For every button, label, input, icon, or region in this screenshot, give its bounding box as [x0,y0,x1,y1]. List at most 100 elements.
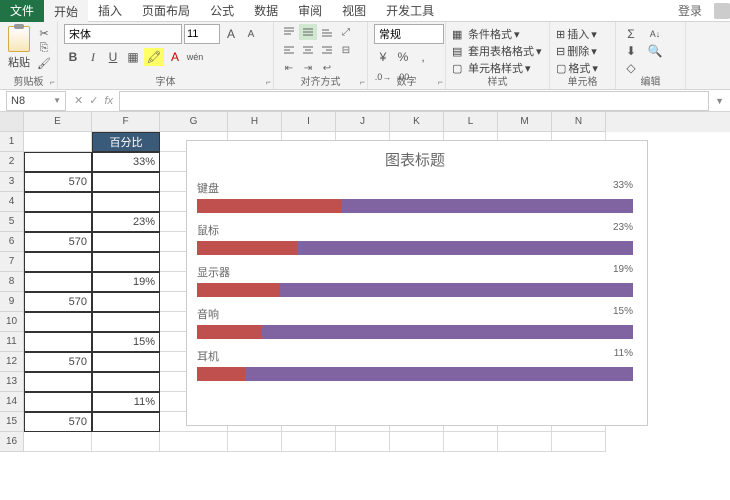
paste-button[interactable]: 粘贴 [6,24,32,72]
font-size-select[interactable] [184,24,220,44]
chevron-down-icon[interactable]: ▼ [53,96,61,105]
merge-icon[interactable]: ⊟ [337,42,355,58]
tab-home[interactable]: 开始 [44,0,88,23]
cell[interactable]: 百分比 [92,132,160,152]
tab-insert[interactable]: 插入 [88,0,132,22]
cell[interactable] [552,432,606,452]
cell[interactable]: 570 [24,292,92,312]
conditional-format-button[interactable]: ▦条件格式 ▾ [452,26,520,42]
column-header[interactable]: L [444,112,498,132]
cell[interactable] [24,192,92,212]
cell[interactable] [92,232,160,252]
row-header[interactable]: 10 [0,312,24,332]
cell[interactable] [92,292,160,312]
bar-segment-a[interactable] [197,367,245,381]
column-header[interactable]: E [24,112,92,132]
bar-segment-b[interactable] [297,241,633,255]
bar-segment-a[interactable] [197,241,297,255]
format-table-button[interactable]: ▤套用表格格式 ▾ [452,43,542,59]
format-painter-icon[interactable]: 🖌 [36,56,52,70]
cell[interactable] [336,432,390,452]
row-header[interactable]: 9 [0,292,24,312]
embedded-chart[interactable]: 图表标题 键盘33%鼠标23%显示器19%音响15%耳机11% [186,140,648,426]
row-header[interactable]: 7 [0,252,24,272]
cell[interactable]: 570 [24,352,92,372]
select-all-corner[interactable] [0,112,24,132]
cell[interactable]: 11% [92,392,160,412]
bar-segment-b[interactable] [245,367,633,381]
column-header[interactable]: K [390,112,444,132]
row-header[interactable]: 2 [0,152,24,172]
column-header[interactable]: M [498,112,552,132]
percent-icon[interactable]: % [394,48,412,66]
cell[interactable] [24,332,92,352]
font-dialog-icon[interactable]: ⌐ [266,77,271,87]
chart-bar[interactable]: 键盘33% [197,180,633,213]
font-color-button[interactable]: A [166,48,184,66]
bold-button[interactable]: B [64,48,82,66]
column-header[interactable]: J [336,112,390,132]
sort-filter-icon[interactable]: A↓ [646,25,664,43]
bar-segment-a[interactable] [197,325,262,339]
font-name-select[interactable] [64,24,182,44]
cell[interactable]: 570 [24,172,92,192]
column-header[interactable]: I [282,112,336,132]
fx-icon[interactable]: fx [104,95,113,107]
decrease-font-icon[interactable]: A [242,25,260,43]
cell[interactable] [160,432,228,452]
formula-input[interactable] [119,91,709,111]
cell[interactable] [92,252,160,272]
cell[interactable] [282,432,336,452]
row-header[interactable]: 15 [0,412,24,432]
align-left-icon[interactable] [280,42,298,58]
row-header[interactable]: 8 [0,272,24,292]
copy-icon[interactable]: ⎘ [36,41,52,55]
align-right-icon[interactable] [318,42,336,58]
delete-cells-button[interactable]: ⊟ 删除 ▾ [556,43,597,59]
row-header[interactable]: 14 [0,392,24,412]
tab-data[interactable]: 数据 [244,0,288,22]
tab-view[interactable]: 视图 [332,0,376,22]
bar-segment-a[interactable] [197,283,280,297]
alignment-dialog-icon[interactable]: ⌐ [360,77,365,87]
cell[interactable] [92,312,160,332]
cell[interactable] [444,432,498,452]
cell[interactable] [390,432,444,452]
find-icon[interactable]: 🔍 [646,42,664,60]
cell[interactable] [92,412,160,432]
currency-icon[interactable]: ¥ [374,48,392,66]
phonetic-button[interactable]: wén [186,48,204,66]
chart-bar[interactable]: 显示器19% [197,264,633,297]
accept-formula-icon[interactable]: ✓ [89,94,98,107]
cell[interactable]: 570 [24,232,92,252]
fill-icon[interactable]: ⬇ [622,42,640,60]
chart-bar[interactable]: 音响15% [197,306,633,339]
column-header[interactable]: F [92,112,160,132]
cell[interactable]: 15% [92,332,160,352]
chart-title[interactable]: 图表标题 [197,149,633,170]
clipboard-dialog-icon[interactable]: ⌐ [50,77,55,87]
cell[interactable] [24,152,92,172]
row-header[interactable]: 3 [0,172,24,192]
cell[interactable] [24,392,92,412]
chart-bar[interactable]: 耳机11% [197,348,633,381]
autosum-icon[interactable]: Σ [622,25,640,43]
cell[interactable]: 570 [24,412,92,432]
row-header[interactable]: 4 [0,192,24,212]
bar-segment-b[interactable] [280,283,633,297]
align-top-icon[interactable] [280,24,298,40]
cell[interactable] [92,352,160,372]
cell[interactable] [24,252,92,272]
underline-button[interactable]: U [104,48,122,66]
login-link[interactable]: 登录 [678,2,702,19]
tab-formulas[interactable]: 公式 [200,0,244,22]
cell[interactable]: 33% [92,152,160,172]
cell[interactable] [92,172,160,192]
border-button[interactable]: ▦ [124,48,142,66]
comma-icon[interactable]: , [414,48,432,66]
cell[interactable] [92,432,160,452]
row-header[interactable]: 11 [0,332,24,352]
cell[interactable]: 23% [92,212,160,232]
bar-segment-a[interactable] [197,199,341,213]
align-center-icon[interactable] [299,42,317,58]
